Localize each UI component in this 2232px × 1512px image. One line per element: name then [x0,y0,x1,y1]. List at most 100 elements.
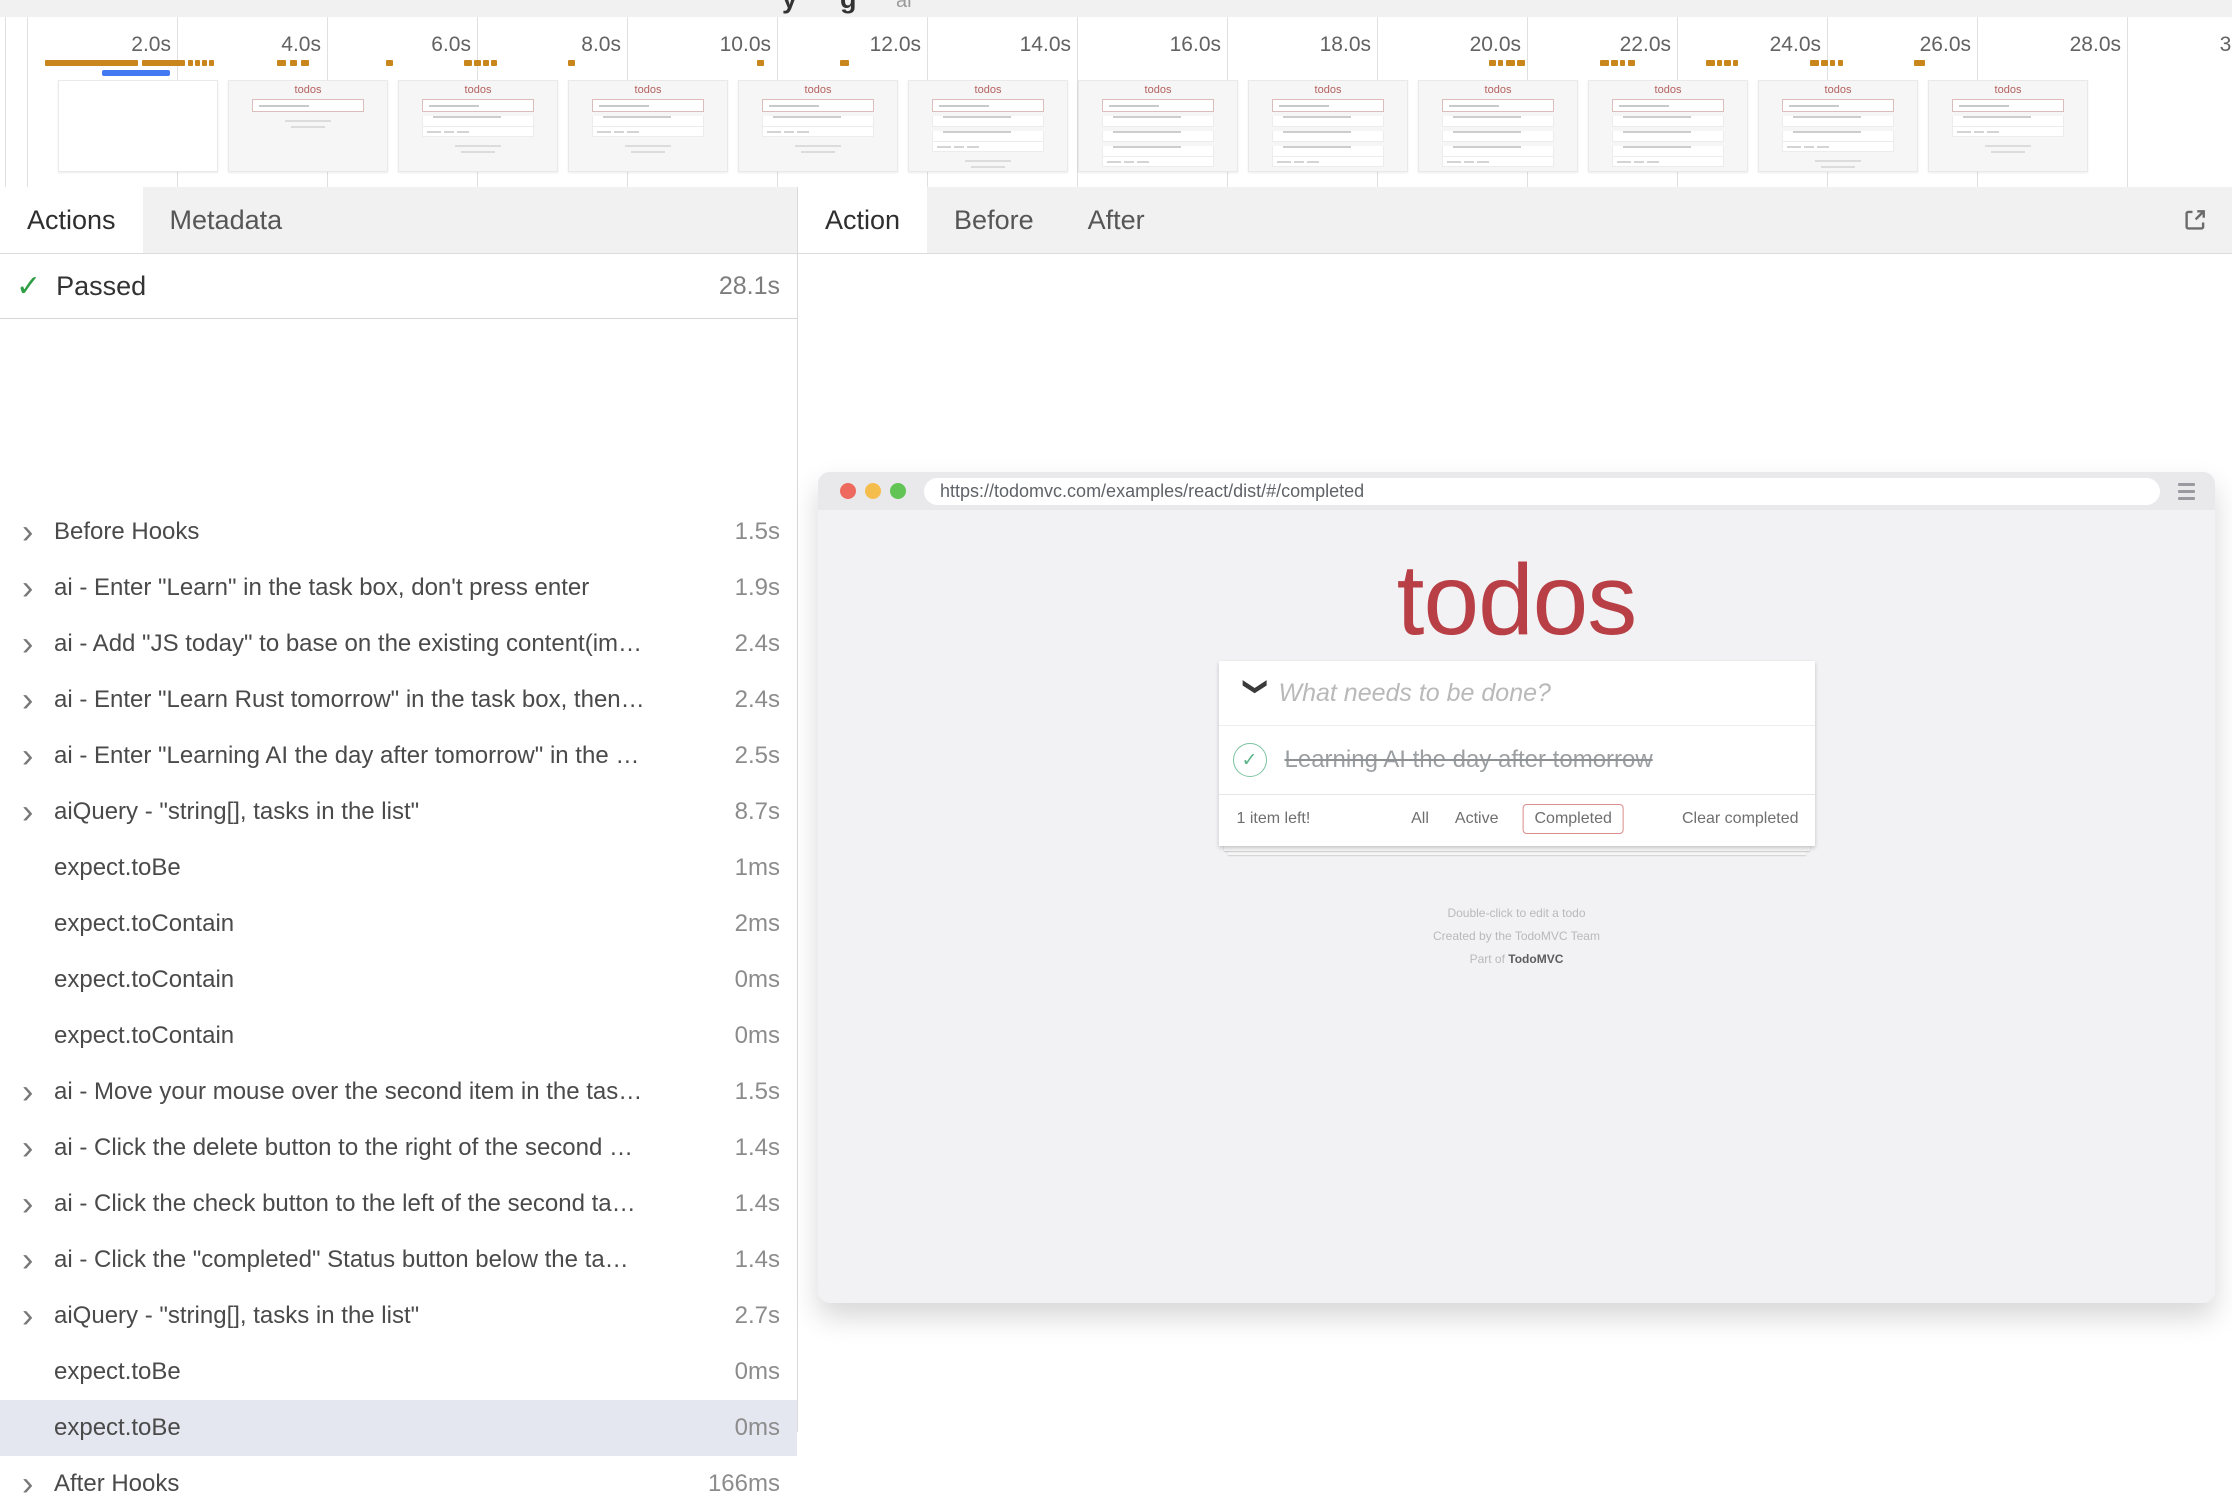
thumbnail-todos-title: todos [1589,84,1747,96]
film-strip-thumbnail[interactable] [58,80,218,172]
right-tabbar: ActionBeforeAfter [798,187,2232,254]
action-duration: 1.9s [725,574,797,602]
action-label: expect.toContain [54,966,234,994]
tab-metadata[interactable]: Metadata [143,187,310,253]
menu-icon[interactable] [2178,483,2195,500]
film-strip-thumbnail[interactable]: todos [1758,80,1918,172]
action-row[interactable]: ›ai - Enter "Learn" in the task box, don… [0,560,797,616]
action-duration: 2.4s [725,630,797,658]
action-row[interactable]: ›ai - Click the "completed" Status butto… [0,1232,797,1288]
action-row[interactable]: ›ai - Add "JS today" to base on the exis… [0,616,797,672]
timeline-action-mark [757,60,764,66]
action-row[interactable]: ›expect.toContain0ms [0,952,797,1008]
todomvc-page: todos ❯ What needs to be done? ✓ Learnin… [818,510,2215,1303]
trace-timeline[interactable]: 2.0s4.0s6.0s8.0s10.0s12.0s14.0s16.0s18.0… [0,17,2232,188]
todo-item[interactable]: ✓ Learning AI the day after tomorrow [1219,726,1815,794]
action-row[interactable]: ›ai - Enter "Learning AI the day after t… [0,728,797,784]
todo-item-text: Learning AI the day after tomorrow [1285,746,1653,774]
expand-chevron-icon[interactable]: › [22,578,54,598]
filter-active[interactable]: Active [1453,805,1501,833]
todomvc-brand[interactable]: TodoMVC [1508,952,1563,966]
tab-after[interactable]: After [1061,187,1172,253]
action-row[interactable]: ›ai - Click the delete button to the rig… [0,1120,797,1176]
thumbnail-todos-title: todos [909,84,1067,96]
timeline-tick-label: 24.0s [1677,33,1821,57]
expand-chevron-icon[interactable]: › [22,522,54,542]
film-strip-thumbnail[interactable]: todos [228,80,388,172]
timeline-action-mark [1733,60,1738,66]
clipped-title-fragment: ai [896,0,912,13]
film-strip-thumbnail[interactable]: todos [1248,80,1408,172]
action-row[interactable]: ›After Hooks166ms [0,1456,797,1512]
timeline-action-mark [277,60,286,66]
timeline-action-mark [290,60,297,66]
expand-chevron-icon[interactable]: › [22,1082,54,1102]
action-row[interactable]: ›expect.toBe0ms [0,1400,797,1456]
tab-action[interactable]: Action [798,187,927,253]
film-strip-thumbnail[interactable]: todos [1078,80,1238,172]
action-label: ai - Move your mouse over the second ite… [54,1078,642,1106]
new-todo-row[interactable]: ❯ What needs to be done? [1219,661,1815,726]
timeline-action-mark [1620,60,1625,66]
todos-title: todos [818,550,2215,650]
action-row[interactable]: ›expect.toBe0ms [0,1344,797,1400]
todo-check-icon[interactable]: ✓ [1233,743,1267,777]
action-row[interactable]: ›ai - Enter "Learn Rust tomorrow" in the… [0,672,797,728]
action-row[interactable]: ›expect.toContain2ms [0,896,797,952]
expand-chevron-icon[interactable]: › [22,746,54,766]
action-row[interactable]: ›ai - Move your mouse over the second it… [0,1064,797,1120]
action-row[interactable]: ›expect.toContain0ms [0,1008,797,1064]
thumbnail-todos-title: todos [569,84,727,96]
timeline-action-mark [483,60,489,66]
action-row[interactable]: ›aiQuery - "string[], tasks in the list"… [0,1288,797,1344]
expand-chevron-icon[interactable]: › [22,1194,54,1214]
timeline-action-mark [474,60,481,66]
todo-card: ❯ What needs to be done? ✓ Learning AI t… [1219,661,1815,846]
film-strip-thumbnail[interactable]: todos [1418,80,1578,172]
address-bar[interactable]: https://todomvc.com/examples/react/dist/… [924,478,2160,505]
expand-chevron-icon[interactable]: › [22,1138,54,1158]
passed-check-icon: ✓ [16,269,41,304]
expand-chevron-icon[interactable]: › [22,802,54,822]
action-duration: 0ms [725,1022,797,1050]
action-row[interactable]: ›Before Hooks1.5s [0,504,797,560]
test-status-label: Passed [56,271,146,302]
action-label: ai - Click the check button to the left … [54,1190,636,1218]
timeline-action-mark [1810,60,1819,66]
expand-chevron-icon[interactable]: › [22,1250,54,1270]
snapshot-content: https://todomvc.com/examples/react/dist/… [798,254,2232,1433]
expand-chevron-icon[interactable]: › [22,1474,54,1494]
expand-chevron-icon[interactable]: › [22,634,54,654]
film-strip-thumbnail[interactable]: todos [908,80,1068,172]
info-line-3: Part of TodoMVC [818,948,2215,971]
clear-completed-button[interactable]: Clear completed [1682,810,1799,828]
film-strip-thumbnail[interactable]: todos [398,80,558,172]
tab-actions[interactable]: Actions [0,187,143,253]
expand-chevron-icon[interactable]: › [22,1306,54,1326]
test-status-row: ✓ Passed 28.1s [0,254,797,319]
timeline-tick-label: 12.0s [777,33,921,57]
film-strip-thumbnail[interactable]: todos [738,80,898,172]
open-external-icon[interactable] [2180,187,2210,253]
expand-chevron-icon[interactable]: › [22,690,54,710]
action-label: ai - Enter "Learning AI the day after to… [54,742,639,770]
film-strip-thumbnail[interactable]: todos [568,80,728,172]
filter-all[interactable]: All [1409,805,1431,833]
action-row[interactable]: ›ai - Click the check button to the left… [0,1176,797,1232]
timeline-action-mark [301,60,309,66]
film-strip-thumbnail[interactable]: todos [1588,80,1748,172]
film-strip-thumbnail[interactable]: todos [1928,80,2088,172]
action-duration: 1.5s [725,518,797,546]
timeline-action-mark [1724,60,1731,66]
toggle-all-chevron-icon[interactable]: ❯ [1241,676,1270,710]
filter-completed[interactable]: Completed [1522,804,1623,834]
tab-before[interactable]: Before [927,187,1061,253]
action-label: expect.toContain [54,1022,234,1050]
timeline-tick-label: 28.0s [1977,33,2121,57]
action-row[interactable]: ›expect.toBe1ms [0,840,797,896]
action-duration: 1.4s [725,1190,797,1218]
action-row[interactable]: ›aiQuery - "string[], tasks in the list"… [0,784,797,840]
thumbnail-todos-title: todos [229,84,387,96]
timeline-tick-label: 26.0s [1827,33,1971,57]
snapshot-panel: ActionBeforeAfter https://todomvc.com/ex… [798,187,2232,1432]
